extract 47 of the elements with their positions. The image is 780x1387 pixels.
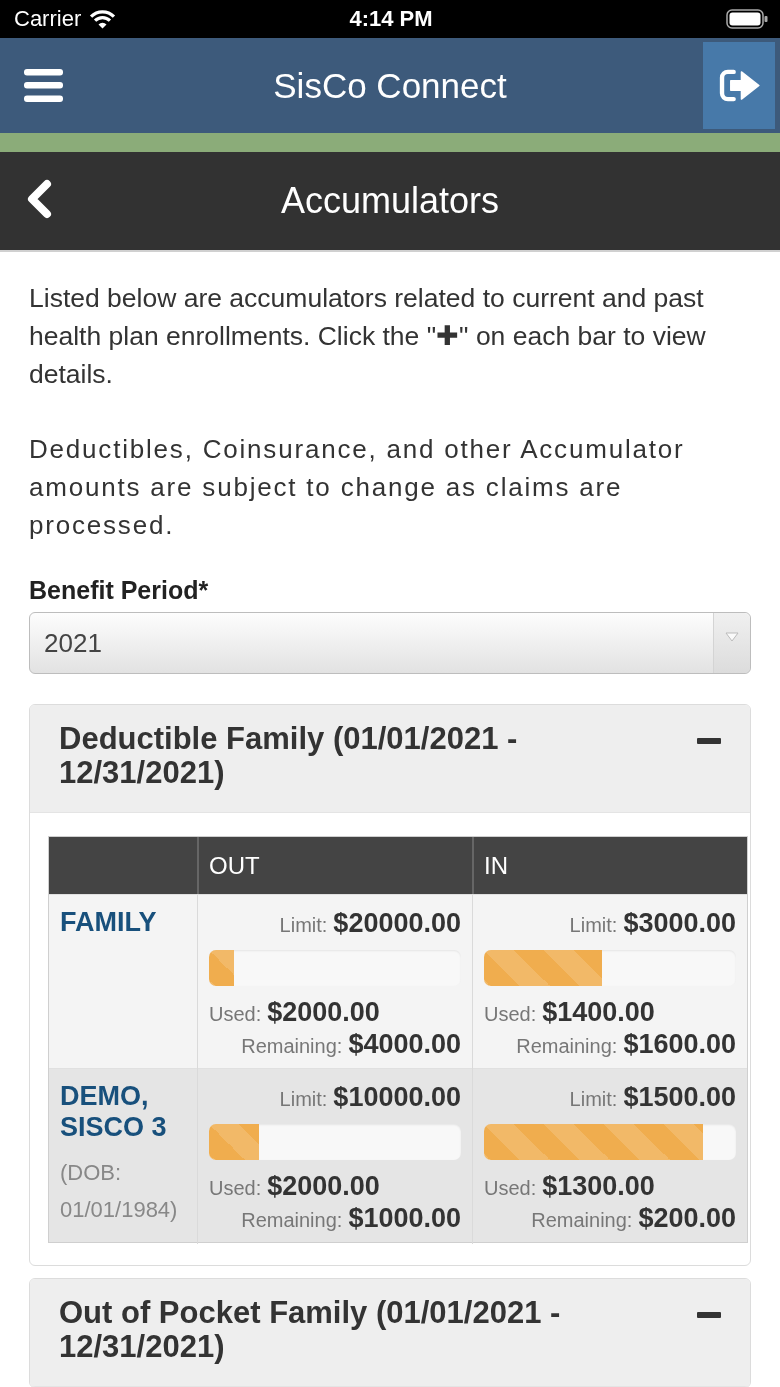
section-title: Out of Pocket Family (01/01/2021 - 12/31/2021) bbox=[59, 1296, 562, 1364]
dob-text: (DOB: 01/01/1984) bbox=[60, 1159, 179, 1224]
limit-value: $1500.00 bbox=[623, 1083, 736, 1113]
remaining-label: Remaining: bbox=[241, 1034, 343, 1058]
remaining-label: Remaining: bbox=[516, 1034, 618, 1058]
remaining-value: $4000.00 bbox=[348, 1030, 461, 1060]
intro-text: Deductibles, Coinsurance, and other Accumulator amounts are subject to change as claims are processed. bbox=[29, 433, 686, 542]
remaining-label: Remaining: bbox=[531, 1208, 633, 1232]
used-value: $1300.00 bbox=[542, 1172, 655, 1202]
menu-icon[interactable] bbox=[24, 69, 63, 102]
status-time: 4:14 PM bbox=[349, 6, 433, 32]
limit-value: $3000.00 bbox=[623, 909, 736, 939]
limit-label: Limit: bbox=[279, 1087, 328, 1111]
remaining-value: $1000.00 bbox=[348, 1204, 461, 1234]
member-name: DEMO, SISCO 3 bbox=[60, 1081, 168, 1143]
caret-icon bbox=[725, 632, 739, 642]
remaining-label: Remaining: bbox=[241, 1208, 343, 1232]
carrier-name: Carrier bbox=[14, 6, 82, 32]
section-title: Deductible Family (01/01/2021 - 12/31/2021) bbox=[59, 722, 519, 790]
used-value: $2000.00 bbox=[267, 1172, 380, 1202]
limit-label: Limit: bbox=[569, 1087, 618, 1111]
limit-label: Limit: bbox=[569, 913, 618, 937]
section-header[interactable]: Deductible Family (01/01/2021 - 12/31/2021) bbox=[30, 705, 750, 813]
field-label: Benefit Period* bbox=[29, 575, 210, 605]
used-value: $2000.00 bbox=[267, 998, 380, 1028]
used-value: $1400.00 bbox=[542, 998, 655, 1028]
column-header: OUT bbox=[209, 851, 260, 880]
intro-text: Listed below are accumulators related to current and past health plan enrollments. Click the "✚" on each bar to view details. bbox=[29, 282, 707, 391]
wifi-icon bbox=[89, 9, 117, 29]
used-label: Used: bbox=[484, 1176, 537, 1200]
limit-value: $10000.00 bbox=[333, 1083, 461, 1113]
remaining-value: $200.00 bbox=[638, 1204, 736, 1234]
limit-label: Limit: bbox=[279, 913, 328, 937]
column-header: IN bbox=[484, 851, 508, 880]
battery-icon bbox=[726, 9, 768, 29]
used-label: Used: bbox=[484, 1002, 537, 1026]
benefit-period-select[interactable]: 2021 bbox=[29, 612, 751, 674]
limit-value: $20000.00 bbox=[333, 909, 461, 939]
remaining-value: $1600.00 bbox=[623, 1030, 736, 1060]
app-title: SisCo Connect bbox=[273, 65, 507, 106]
logout-icon bbox=[718, 69, 760, 102]
logout-button[interactable] bbox=[703, 42, 775, 129]
used-label: Used: bbox=[209, 1176, 262, 1200]
page-title: Accumulators bbox=[280, 180, 500, 222]
used-label: Used: bbox=[209, 1002, 262, 1026]
member-name: FAMILY bbox=[60, 907, 158, 938]
section-header[interactable]: Out of Pocket Family (01/01/2021 - 12/31/2021) bbox=[30, 1279, 750, 1387]
